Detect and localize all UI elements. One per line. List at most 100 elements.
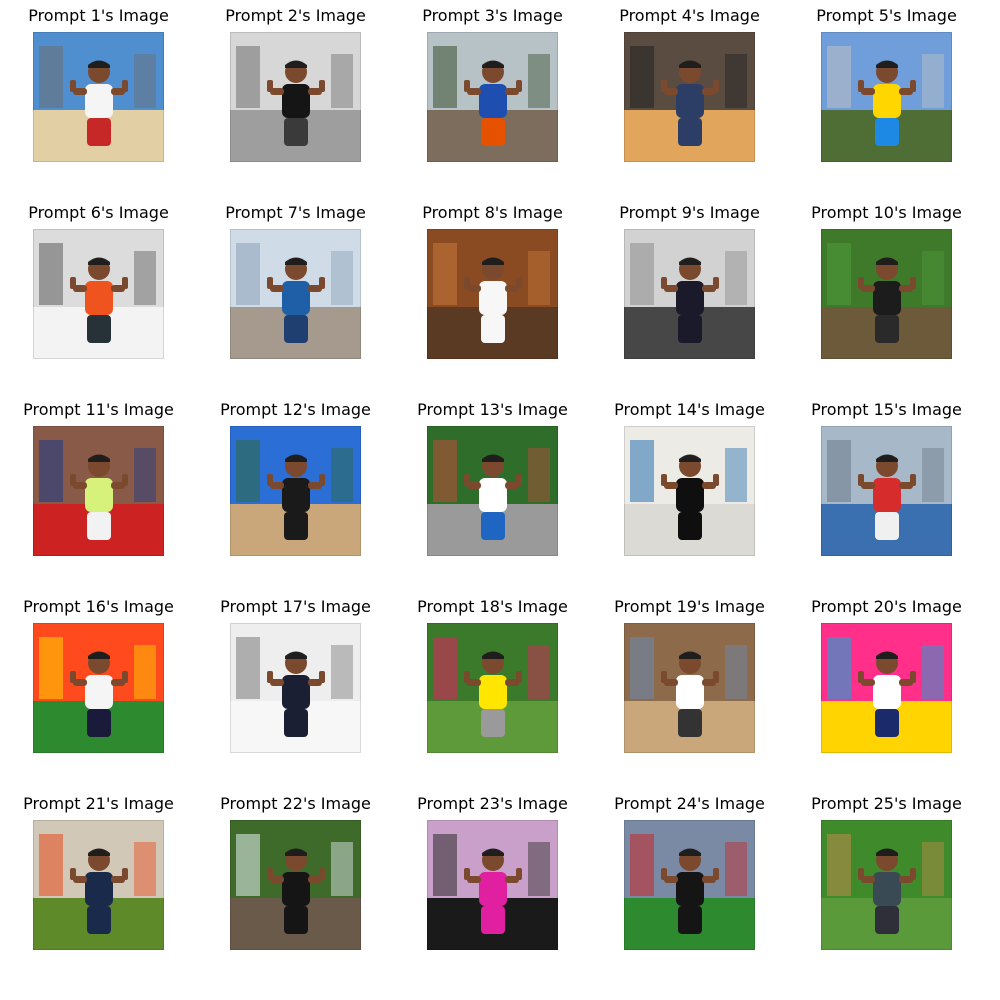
generated-image-thumbnail [821,623,952,753]
prompt-caption: Prompt 5's Image [816,6,957,25]
person-thumbs-up-scene [821,820,952,950]
person-thumbs-up-scene [624,820,755,950]
person-thumbs-up-scene [624,229,755,359]
prompt-caption: Prompt 2's Image [225,6,366,25]
generated-image-thumbnail [33,623,164,753]
person-thumbs-up-scene [427,229,558,359]
person-thumbs-up-scene [624,426,755,556]
person-thumbs-up-scene [821,623,952,753]
prompt-caption: Prompt 3's Image [422,6,563,25]
generated-image-thumbnail [427,426,558,556]
grid-cell: Prompt 5's Image [788,0,985,162]
generated-image-thumbnail [33,32,164,162]
grid-cell: Prompt 22's Image [197,788,394,950]
grid-cell: Prompt 6's Image [0,197,197,359]
person-thumbs-up-scene [230,32,361,162]
generated-image-thumbnail [427,820,558,950]
generated-image-thumbnail [33,229,164,359]
person-thumbs-up-scene [33,32,164,162]
person-thumbs-up-scene [230,623,361,753]
person-thumbs-up-scene [821,229,952,359]
prompt-caption: Prompt 4's Image [619,6,760,25]
image-grid: Prompt 1's Image Prompt 2's Image Prompt 3… [0,0,1000,1000]
grid-cell: Prompt 13's Image [394,394,591,556]
generated-image-thumbnail [230,426,361,556]
prompt-caption: Prompt 17's Image [220,597,371,616]
prompt-caption: Prompt 6's Image [28,203,169,222]
grid-cell: Prompt 24's Image [591,788,788,950]
prompt-caption: Prompt 25's Image [811,794,962,813]
generated-image-thumbnail [230,32,361,162]
generated-image-thumbnail [821,820,952,950]
generated-image-thumbnail [821,426,952,556]
person-thumbs-up-scene [33,820,164,950]
grid-cell: Prompt 16's Image [0,591,197,753]
prompt-caption: Prompt 12's Image [220,400,371,419]
person-thumbs-up-scene [427,623,558,753]
grid-cell: Prompt 19's Image [591,591,788,753]
grid-cell: Prompt 20's Image [788,591,985,753]
generated-image-thumbnail [230,820,361,950]
grid-cell: Prompt 9's Image [591,197,788,359]
grid-cell: Prompt 3's Image [394,0,591,162]
grid-cell: Prompt 21's Image [0,788,197,950]
generated-image-thumbnail [230,623,361,753]
grid-cell: Prompt 23's Image [394,788,591,950]
person-thumbs-up-scene [821,426,952,556]
prompt-caption: Prompt 24's Image [614,794,765,813]
grid-cell: Prompt 7's Image [197,197,394,359]
person-thumbs-up-scene [230,820,361,950]
generated-image-thumbnail [624,820,755,950]
person-thumbs-up-scene [624,32,755,162]
person-thumbs-up-scene [427,820,558,950]
grid-cell: Prompt 17's Image [197,591,394,753]
prompt-caption: Prompt 21's Image [23,794,174,813]
grid-cell: Prompt 14's Image [591,394,788,556]
prompt-caption: Prompt 10's Image [811,203,962,222]
prompt-caption: Prompt 22's Image [220,794,371,813]
prompt-caption: Prompt 14's Image [614,400,765,419]
grid-cell: Prompt 18's Image [394,591,591,753]
person-thumbs-up-scene [427,32,558,162]
grid-cell: Prompt 15's Image [788,394,985,556]
grid-cell: Prompt 2's Image [197,0,394,162]
prompt-caption: Prompt 18's Image [417,597,568,616]
generated-image-thumbnail [33,820,164,950]
grid-cell: Prompt 25's Image [788,788,985,950]
grid-cell: Prompt 4's Image [591,0,788,162]
grid-cell: Prompt 1's Image [0,0,197,162]
generated-image-thumbnail [821,229,952,359]
grid-cell: Prompt 10's Image [788,197,985,359]
prompt-caption: Prompt 9's Image [619,203,760,222]
person-thumbs-up-scene [230,426,361,556]
person-thumbs-up-scene [33,623,164,753]
prompt-caption: Prompt 8's Image [422,203,563,222]
prompt-caption: Prompt 20's Image [811,597,962,616]
generated-image-thumbnail [427,32,558,162]
generated-image-thumbnail [624,426,755,556]
generated-image-thumbnail [821,32,952,162]
generated-image-thumbnail [427,229,558,359]
prompt-caption: Prompt 15's Image [811,400,962,419]
generated-image-thumbnail [624,623,755,753]
grid-cell: Prompt 11's Image [0,394,197,556]
prompt-caption: Prompt 13's Image [417,400,568,419]
prompt-caption: Prompt 19's Image [614,597,765,616]
person-thumbs-up-scene [427,426,558,556]
prompt-caption: Prompt 23's Image [417,794,568,813]
grid-cell: Prompt 8's Image [394,197,591,359]
generated-image-thumbnail [427,623,558,753]
person-thumbs-up-scene [230,229,361,359]
generated-image-thumbnail [33,426,164,556]
prompt-caption: Prompt 11's Image [23,400,174,419]
prompt-caption: Prompt 7's Image [225,203,366,222]
grid-cell: Prompt 12's Image [197,394,394,556]
generated-image-thumbnail [230,229,361,359]
generated-image-thumbnail [624,32,755,162]
person-thumbs-up-scene [821,32,952,162]
prompt-caption: Prompt 1's Image [28,6,169,25]
prompt-caption: Prompt 16's Image [23,597,174,616]
person-thumbs-up-scene [33,229,164,359]
person-thumbs-up-scene [33,426,164,556]
generated-image-thumbnail [624,229,755,359]
